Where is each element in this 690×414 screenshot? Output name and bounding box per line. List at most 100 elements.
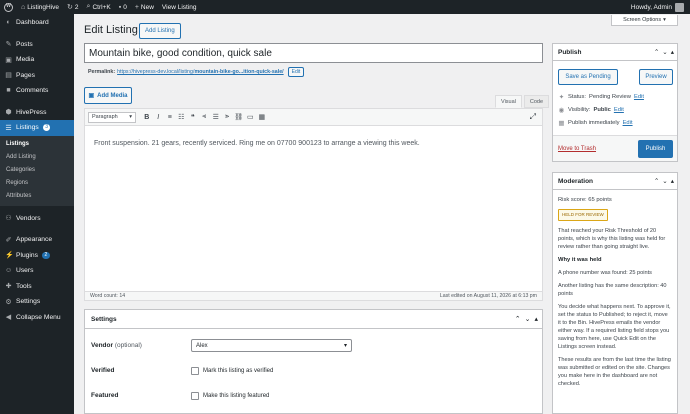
verified-checkbox-label[interactable]: Mark this listing as verified (191, 366, 273, 375)
submenu-item-add-listing[interactable]: Add Listing (0, 151, 74, 164)
publish-button[interactable]: Publish (638, 139, 673, 158)
sidebar-item-media[interactable]: ▣ Media (0, 52, 74, 68)
wordpress-icon (4, 2, 13, 12)
page-title: Edit Listing (84, 24, 138, 36)
permalink-link[interactable]: https://hivepress-dev.local/listing/moun… (117, 69, 284, 75)
hivepress-icon: ⬢ (5, 109, 12, 117)
account-menu[interactable]: Howdy, Admin (631, 2, 690, 12)
sidebar-item-dashboard[interactable]: ◐ Dashboard (0, 15, 74, 31)
align-right-icon[interactable]: ⫸ (222, 111, 234, 123)
comments-link[interactable]: ▪ 0 (115, 0, 131, 14)
link-icon[interactable]: ⛓ (233, 111, 245, 123)
read-more-icon[interactable]: ▭ (245, 111, 257, 123)
add-media-button[interactable]: ▣ Add Media (84, 87, 132, 104)
featured-checkbox-label[interactable]: Make this listing featured (191, 391, 269, 400)
move-down-icon[interactable]: ⌄ (662, 48, 667, 56)
sidebar-item-appearance[interactable]: ✐ Appearance (0, 232, 74, 248)
listing-title-input[interactable]: Mountain bike, good condition, quick sal… (84, 43, 543, 63)
settings-header: Settings ⌃ ⌄ ▴ (85, 310, 542, 329)
format-select[interactable]: Paragraph ▾ (88, 111, 136, 123)
collapse-toggle-icon[interactable]: ▴ (534, 315, 538, 323)
why-heading: Why it was held (558, 257, 602, 263)
bold-icon[interactable]: B (141, 111, 153, 123)
admin-sidebar: ◐ Dashboard ✎ Posts ▣ Media ▤ Pages ■ Comment… (0, 14, 74, 414)
sidebar-item-users[interactable]: ☺ Users (0, 263, 74, 279)
editor-toolbar: Paragraph ▾ B I ≡ ☷ ❝ ⫷ ☰ ⫸ ⛓ ▭ ▦ ⤢ (85, 109, 542, 126)
screen-options-toggle[interactable]: Screen Options ▾ (611, 15, 678, 26)
sidebar-item-hivepress[interactable]: ⬢ HivePress (0, 105, 74, 121)
submenu-item-attributes[interactable]: Attributes (0, 190, 74, 203)
collapse-icon: ◀ (5, 314, 12, 322)
refresh-icon: ↻ (67, 4, 73, 11)
media-icon: ▣ (5, 56, 12, 64)
submenu-item-listings[interactable]: Listings (0, 138, 74, 151)
home-icon: ⌂ (21, 3, 26, 11)
reason-duplicate: Another listing has the same description… (558, 283, 667, 297)
site-name-link[interactable]: ⌂ ListingHive (17, 0, 63, 14)
submenu-item-regions[interactable]: Regions (0, 177, 74, 190)
featured-checkbox[interactable] (191, 391, 199, 400)
sidebar-item-collapse[interactable]: ◀ Collapse Menu (0, 309, 74, 325)
status-edit-link[interactable]: Edit (634, 94, 644, 100)
command-palette-link[interactable]: ⌕ Ctrl+K (83, 0, 115, 14)
tab-code[interactable]: Code (523, 95, 550, 108)
schedule-edit-link[interactable]: Edit (623, 120, 633, 126)
fullscreen-icon[interactable]: ⤢ (530, 112, 536, 122)
align-center-icon[interactable]: ☰ (210, 111, 222, 123)
comment-icon: ■ (6, 87, 11, 95)
italic-icon[interactable]: I (153, 111, 165, 123)
preview-button[interactable]: Preview (639, 69, 673, 85)
move-down-icon[interactable]: ⌄ (525, 315, 531, 323)
visibility-edit-link[interactable]: Edit (614, 107, 624, 113)
editor-content[interactable]: Front suspension. 21 gears, recently ser… (85, 126, 542, 161)
schedule-line: ▦ Publish immediately Edit (558, 119, 633, 127)
add-listing-button[interactable]: Add Listing (139, 23, 181, 39)
verified-row: Verified Mark this listing as verified (91, 366, 274, 375)
permalink-edit-button[interactable]: Edit (287, 67, 305, 77)
numbered-list-icon[interactable]: ☷ (176, 111, 188, 123)
move-up-icon[interactable]: ⌃ (654, 48, 659, 56)
sidebar-item-plugins[interactable]: ⚡ Plugins 2 (0, 247, 74, 263)
save-pending-button[interactable]: Save as Pending (558, 69, 618, 85)
tab-visual[interactable]: Visual (495, 95, 522, 108)
verified-checkbox[interactable] (191, 366, 199, 375)
new-content-link[interactable]: + New (131, 0, 158, 14)
collapse-toggle-icon[interactable]: ▴ (671, 48, 674, 56)
vendor-row: Vendor (optional) Alex ▾ (85, 333, 542, 358)
plugins-update-badge: 2 (41, 251, 50, 259)
permalink-row: Permalink: https://hivepress-dev.local/l… (88, 67, 305, 77)
view-listing-link[interactable]: View Listing (158, 0, 201, 14)
moderation-body: Risk score: 65 points HELD FOR REVIEW Th… (553, 190, 677, 397)
collapse-toggle-icon[interactable]: ▴ (671, 177, 674, 185)
chevron-down-icon: ▾ (343, 343, 347, 349)
wp-logo-menu[interactable] (0, 0, 17, 14)
reason-phone: A phone number was found: 25 points (558, 270, 652, 276)
vendor-select[interactable]: Alex ▾ (191, 339, 352, 352)
publish-header: Publish ⌃ ⌄ ▴ (553, 44, 677, 61)
eye-icon: ◉ (558, 106, 565, 114)
move-down-icon[interactable]: ⌄ (662, 177, 667, 185)
blockquote-icon[interactable]: ❝ (187, 111, 199, 123)
sidebar-item-listings[interactable]: ☰ Listings 3 (0, 120, 74, 136)
align-left-icon[interactable]: ⫷ (199, 111, 211, 123)
featured-row: Featured Make this listing featured (91, 391, 270, 400)
threshold-note: That reached your Risk Threshold of 20 p… (558, 228, 666, 250)
editor-tabs: Visual Code (493, 95, 550, 108)
bullet-list-icon[interactable]: ≡ (164, 111, 176, 123)
updates-link[interactable]: ↻ 2 (63, 0, 83, 14)
move-up-icon[interactable]: ⌃ (515, 315, 521, 323)
sidebar-item-settings[interactable]: ⚙ Settings (0, 294, 74, 310)
move-to-trash-link[interactable]: Move to Trash (558, 146, 596, 152)
toolbar-toggle-icon[interactable]: ▦ (256, 111, 268, 123)
publish-actions: Move to Trash Publish (553, 135, 677, 161)
sidebar-item-vendors[interactable]: ⚇ Vendors (0, 210, 74, 226)
word-count: Word count: 14 (90, 293, 126, 299)
sidebar-item-tools[interactable]: ✚ Tools (0, 278, 74, 294)
sidebar-item-comments[interactable]: ■ Comments (0, 83, 74, 99)
submenu-item-categories[interactable]: Categories (0, 164, 74, 177)
move-up-icon[interactable]: ⌃ (654, 177, 659, 185)
sidebar-item-pages[interactable]: ▤ Pages (0, 68, 74, 84)
sidebar-item-posts[interactable]: ✎ Posts (0, 37, 74, 53)
next-steps-note: You decide what happens next. To approve… (558, 304, 671, 350)
results-note: These results are from the last time the… (558, 357, 671, 387)
